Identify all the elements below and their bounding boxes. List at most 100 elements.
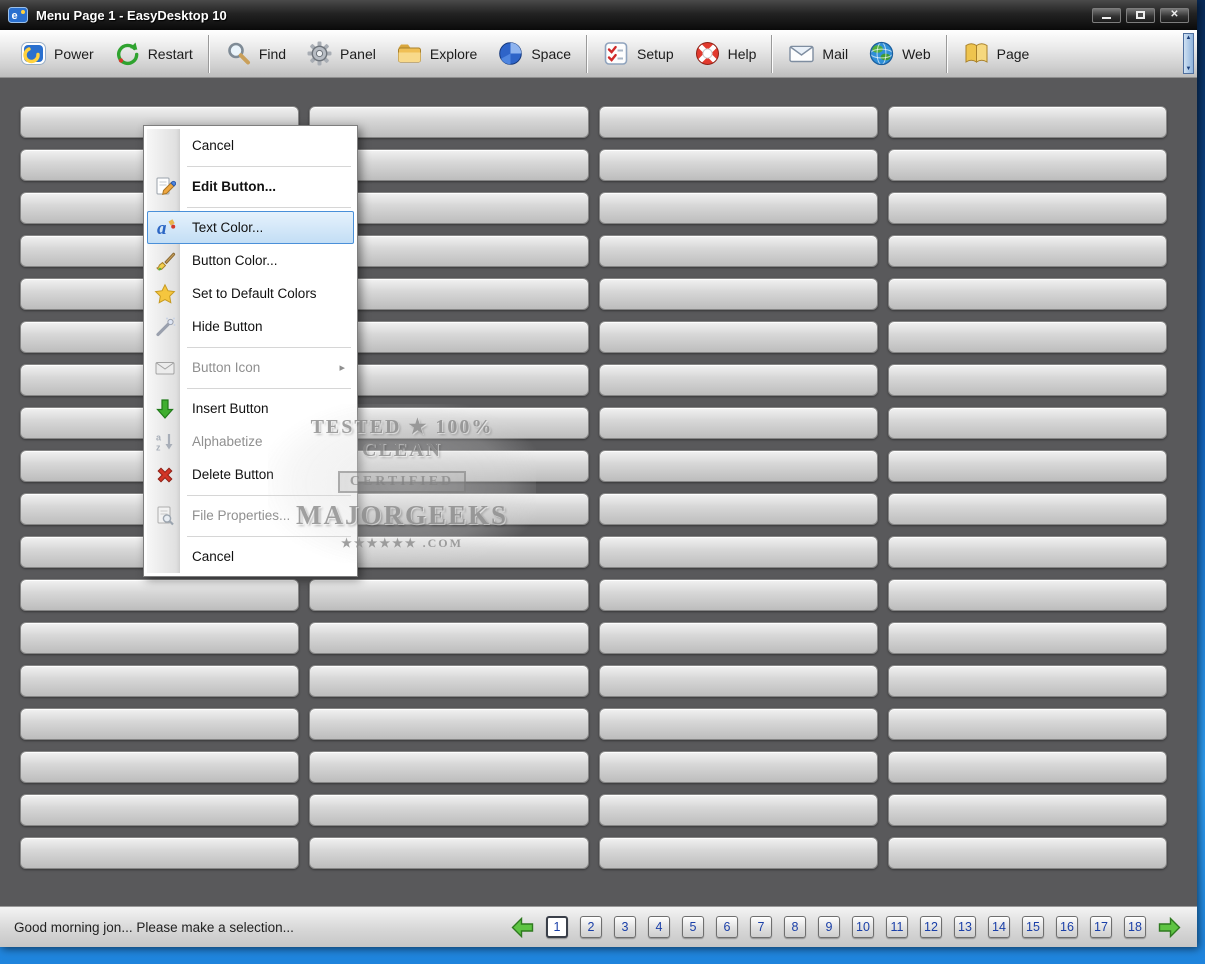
menu-button-slot[interactable] xyxy=(598,407,878,439)
page-button-2[interactable]: 2 xyxy=(580,916,602,938)
find-button[interactable]: Find xyxy=(215,36,296,71)
menu-button-slot[interactable] xyxy=(309,708,589,740)
menu-button-slot[interactable] xyxy=(20,579,300,611)
menu-button-slot[interactable] xyxy=(887,837,1167,869)
page-button-5[interactable]: 5 xyxy=(682,916,704,938)
menu-button-slot[interactable] xyxy=(20,622,300,654)
page-button-14[interactable]: 14 xyxy=(988,916,1010,938)
setup-button[interactable]: Setup xyxy=(593,36,684,71)
page-button-8[interactable]: 8 xyxy=(784,916,806,938)
menu-button-slot[interactable] xyxy=(887,235,1167,267)
menu-button-slot[interactable] xyxy=(598,794,878,826)
menu-item-button-color[interactable]: Button Color... xyxy=(147,244,354,277)
page-button-18[interactable]: 18 xyxy=(1124,916,1146,938)
menu-button-slot[interactable] xyxy=(20,665,300,697)
menu-button-slot[interactable] xyxy=(887,665,1167,697)
panel-button[interactable]: Panel xyxy=(296,36,386,71)
menu-item-cancel-top[interactable]: Cancel xyxy=(147,129,354,162)
menu-button-slot[interactable] xyxy=(887,321,1167,353)
menu-button-slot[interactable] xyxy=(309,751,589,783)
mail-button[interactable]: Mail xyxy=(778,36,858,71)
menu-button-slot[interactable] xyxy=(20,837,300,869)
menu-button-slot[interactable] xyxy=(309,665,589,697)
menu-button-slot[interactable] xyxy=(598,708,878,740)
menu-button-slot[interactable] xyxy=(309,622,589,654)
menu-button-slot[interactable] xyxy=(598,622,878,654)
menu-button-slot[interactable] xyxy=(887,536,1167,568)
menu-item-hide-button[interactable]: Hide Button xyxy=(147,310,354,343)
menu-item-insert-button[interactable]: Insert Button xyxy=(147,392,354,425)
power-button[interactable]: Power xyxy=(10,36,104,71)
page-button-4[interactable]: 4 xyxy=(648,916,670,938)
menu-button-slot[interactable] xyxy=(598,493,878,525)
page-button[interactable]: Page xyxy=(953,36,1040,71)
menu-button-slot[interactable] xyxy=(887,364,1167,396)
menu-button-slot[interactable] xyxy=(598,192,878,224)
menu-item-text-color[interactable]: a Text Color... xyxy=(147,211,354,244)
menu-button-slot[interactable] xyxy=(887,407,1167,439)
scroll-down-icon[interactable]: ▼ xyxy=(1186,66,1192,72)
maximize-button[interactable] xyxy=(1126,7,1155,23)
web-button[interactable]: Web xyxy=(858,36,941,71)
menu-button-slot[interactable] xyxy=(598,450,878,482)
prev-page-button[interactable] xyxy=(511,916,534,938)
menu-item-delete-button[interactable]: Delete Button xyxy=(147,458,354,491)
menu-button-slot[interactable] xyxy=(598,536,878,568)
menu-button-slot[interactable] xyxy=(309,837,589,869)
menu-button-slot[interactable] xyxy=(887,278,1167,310)
menu-button-slot[interactable] xyxy=(20,794,300,826)
menu-item-file-properties[interactable]: File Properties... xyxy=(147,499,354,532)
menu-button-slot[interactable] xyxy=(887,149,1167,181)
menu-button-slot[interactable] xyxy=(598,579,878,611)
menu-button-slot[interactable] xyxy=(887,794,1167,826)
menu-button-slot[interactable] xyxy=(598,106,878,138)
menu-item-edit-button[interactable]: Edit Button... xyxy=(147,170,354,203)
page-button-10[interactable]: 10 xyxy=(852,916,874,938)
menu-button-slot[interactable] xyxy=(598,278,878,310)
page-button-15[interactable]: 15 xyxy=(1022,916,1044,938)
page-button-13[interactable]: 13 xyxy=(954,916,976,938)
menu-button-slot[interactable] xyxy=(598,837,878,869)
menu-button-slot[interactable] xyxy=(887,192,1167,224)
help-button[interactable]: Help xyxy=(684,36,767,71)
menu-button-slot[interactable] xyxy=(887,106,1167,138)
space-button[interactable]: Space xyxy=(487,36,581,71)
page-button-6[interactable]: 6 xyxy=(716,916,738,938)
menu-button-slot[interactable] xyxy=(598,364,878,396)
page-button-12[interactable]: 12 xyxy=(920,916,942,938)
menu-button-slot[interactable] xyxy=(887,622,1167,654)
menu-button-slot[interactable] xyxy=(887,751,1167,783)
menu-button-slot[interactable] xyxy=(309,794,589,826)
page-button-1[interactable]: 1 xyxy=(546,916,568,938)
menu-button-slot[interactable] xyxy=(887,579,1167,611)
menu-button-slot[interactable] xyxy=(887,450,1167,482)
page-button-7[interactable]: 7 xyxy=(750,916,772,938)
menu-button-slot[interactable] xyxy=(598,149,878,181)
minimize-button[interactable] xyxy=(1092,7,1121,23)
menu-button-slot[interactable] xyxy=(20,751,300,783)
menu-button-slot[interactable] xyxy=(887,708,1167,740)
menu-button-slot[interactable] xyxy=(598,321,878,353)
next-page-button[interactable] xyxy=(1158,916,1181,938)
page-button-16[interactable]: 16 xyxy=(1056,916,1078,938)
toolbar-scrollbar[interactable]: ▲ ▼ xyxy=(1183,33,1194,74)
panel-icon xyxy=(306,40,333,67)
menu-button-slot[interactable] xyxy=(598,665,878,697)
menu-button-slot[interactable] xyxy=(887,493,1167,525)
page-button-3[interactable]: 3 xyxy=(614,916,636,938)
page-button-9[interactable]: 9 xyxy=(818,916,840,938)
menu-button-slot[interactable] xyxy=(598,751,878,783)
menu-item-cancel-bottom[interactable]: Cancel xyxy=(147,540,354,573)
menu-item-button-icon[interactable]: Button Icon ▸ xyxy=(147,351,354,384)
menu-button-slot[interactable] xyxy=(598,235,878,267)
page-button-17[interactable]: 17 xyxy=(1090,916,1112,938)
explore-button[interactable]: Explore xyxy=(386,36,487,71)
restart-button[interactable]: Restart xyxy=(104,36,203,71)
scroll-up-icon[interactable]: ▲ xyxy=(1186,35,1192,41)
menu-button-slot[interactable] xyxy=(20,708,300,740)
menu-item-alphabetize[interactable]: az Alphabetize xyxy=(147,425,354,458)
close-button[interactable]: ✕ xyxy=(1160,7,1189,23)
menu-button-slot[interactable] xyxy=(309,579,589,611)
menu-item-set-default-colors[interactable]: Set to Default Colors xyxy=(147,277,354,310)
page-button-11[interactable]: 11 xyxy=(886,916,908,938)
